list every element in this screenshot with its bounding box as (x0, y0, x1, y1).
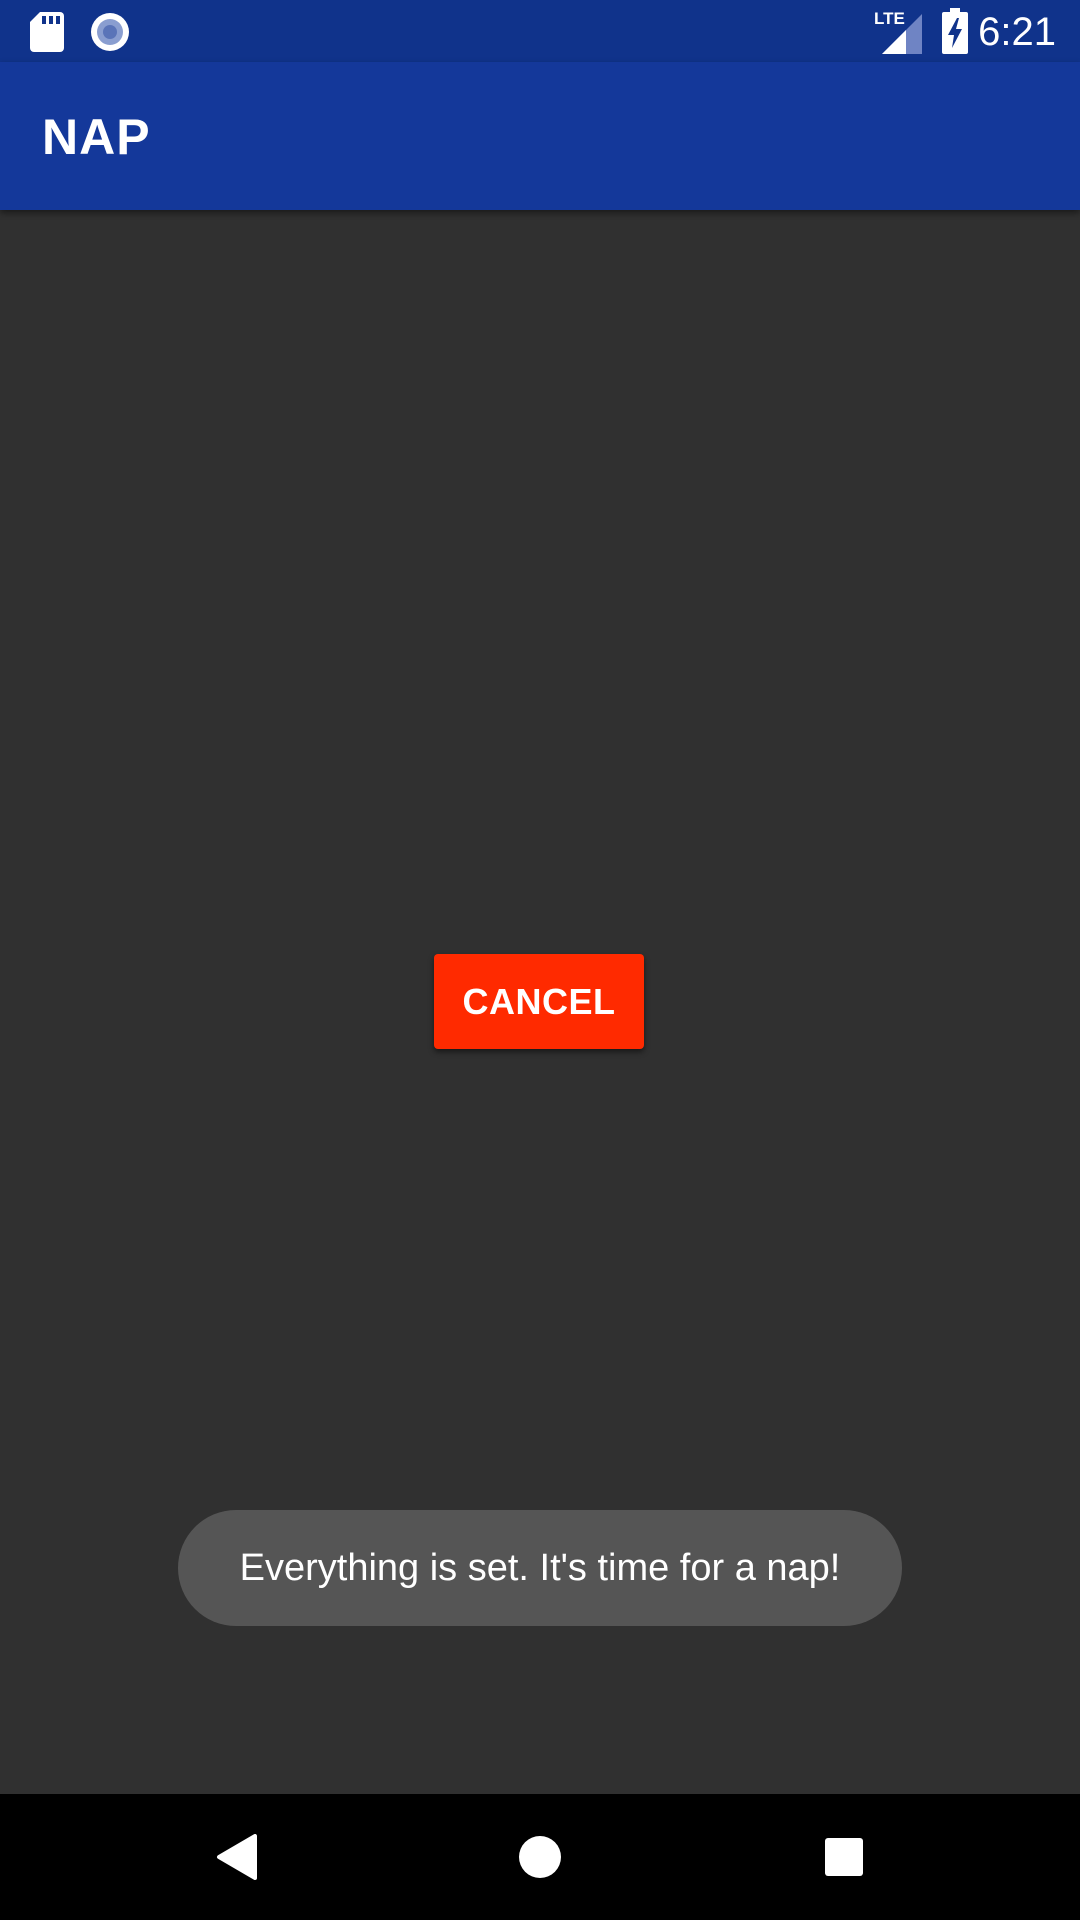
toast-text: Everything is set. It's time for a nap! (239, 1546, 841, 1589)
home-button[interactable] (480, 1794, 600, 1920)
app-title: NAP (42, 109, 151, 165)
battery-charging-icon (942, 8, 968, 54)
nav-bar (0, 1794, 1080, 1920)
app-bar: NAP (0, 62, 1080, 210)
record-icon (91, 13, 129, 51)
back-button[interactable] (176, 1794, 296, 1920)
recents-square-icon (825, 1838, 863, 1876)
recents-button[interactable] (784, 1794, 904, 1920)
sd-card-icon (30, 12, 64, 52)
lte-signal-icon: LTE (872, 10, 922, 54)
status-bar: LTE 6:21 (0, 0, 1080, 62)
home-circle-icon (519, 1836, 561, 1878)
status-clock: 6:21 (978, 10, 1056, 54)
back-triangle-icon (217, 1834, 257, 1880)
cancel-button[interactable]: CANCEL (434, 954, 644, 1049)
toast-message: Everything is set. It's time for a nap! (178, 1510, 902, 1626)
